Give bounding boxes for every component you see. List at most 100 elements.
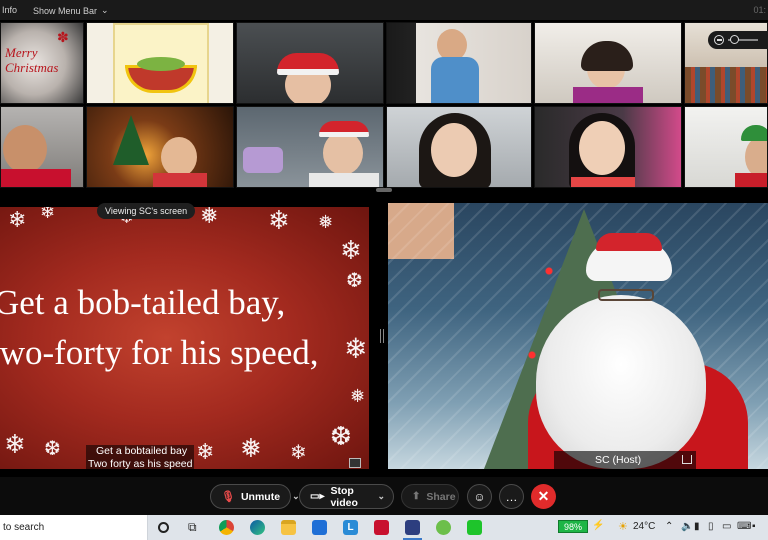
participant-tile[interactable]: [534, 22, 682, 104]
christmas-tree-icon: [113, 115, 149, 165]
participant-face: [579, 121, 625, 175]
closed-caption: Get a bobtailed bay Two forty as his spe…: [86, 445, 195, 471]
more-button[interactable]: …: [499, 484, 524, 509]
reindeer-icon: ✽: [57, 29, 69, 45]
gallery-zoom-control[interactable]: [708, 31, 768, 49]
snowflake-icon: ❄: [268, 207, 290, 235]
wechat-icon[interactable]: [436, 520, 451, 535]
lyric-line-1: Get a bob-tailed bay,: [0, 283, 286, 322]
more-icon: …: [505, 489, 518, 504]
battery-indicator[interactable]: 98%: [558, 520, 588, 533]
snowflake-icon: ❄: [8, 207, 27, 232]
participant-tile[interactable]: [236, 22, 384, 104]
participant-body: [573, 87, 643, 103]
participant-tile[interactable]: [86, 22, 234, 104]
participant-body: [1, 169, 71, 187]
snowflake-icon: ❅: [350, 386, 366, 406]
participant-body: [153, 173, 207, 187]
share-screen-icon: ⬆: [412, 491, 421, 502]
zoom-app-icon[interactable]: [403, 520, 422, 540]
caption-line-1: Get a bobtailed bay: [96, 445, 188, 457]
video-camera-icon: ▭▸: [310, 491, 325, 502]
microphone-icon[interactable]: ▮: [694, 521, 700, 532]
participant-body: [309, 173, 379, 187]
volume-icon[interactable]: 🔈: [681, 521, 693, 532]
microphone-muted-icon: 🎙: [221, 491, 235, 503]
temperature-label[interactable]: 24°C: [633, 521, 655, 532]
chevron-down-icon[interactable]: ⌄: [377, 491, 385, 502]
participant-face: [323, 131, 363, 175]
participant-gallery: Merry Christmas ✽: [0, 20, 768, 190]
participant-body: [571, 177, 635, 187]
chrome-icon[interactable]: [219, 520, 234, 535]
keyboard-icon[interactable]: ⌨: [737, 521, 751, 532]
participant-tile[interactable]: [236, 106, 384, 188]
weather-icon[interactable]: ☀: [618, 520, 628, 533]
share-screen-button[interactable]: ⬆ Share: [401, 484, 459, 509]
split-view-resize-handle[interactable]: [380, 329, 384, 343]
participant-tile[interactable]: [0, 106, 84, 188]
stop-video-button[interactable]: ▭▸ Stop video ⌄: [299, 484, 394, 509]
merry-christmas-text: Merry Christmas: [5, 45, 59, 75]
mcafee-icon[interactable]: [374, 520, 389, 535]
battery-charging-icon: ⚡: [592, 520, 605, 531]
hair: [581, 41, 633, 71]
participant-tile[interactable]: [534, 106, 682, 188]
zoom-slider-knob[interactable]: [730, 35, 739, 44]
host-name-tag: SC (Host): [554, 451, 696, 469]
mail-icon[interactable]: [312, 520, 327, 535]
shared-screen-options-icon[interactable]: [349, 458, 361, 468]
launcher-l-icon[interactable]: L: [343, 520, 358, 535]
line-icon[interactable]: [467, 520, 482, 535]
battery-icon[interactable]: ▭: [722, 521, 731, 532]
santa-beard: [536, 295, 706, 469]
participant-tile[interactable]: [386, 22, 532, 104]
santa-hat-band: [596, 233, 662, 251]
file-explorer-icon[interactable]: [281, 520, 296, 535]
snowflake-icon: ❆: [330, 421, 352, 451]
participant-face: [745, 137, 767, 177]
snowflake-icon: ❄: [4, 429, 26, 459]
language-icon[interactable]: ▪: [752, 521, 756, 532]
show-menu-bar-button[interactable]: Show Menu Bar ⌄: [33, 5, 109, 16]
network-icon[interactable]: ▯: [708, 521, 714, 532]
participant-face: [161, 137, 197, 177]
lyric-line-2: two-forty for his speed,: [0, 333, 319, 372]
stop-video-label: Stop video: [330, 484, 358, 509]
viewing-screen-label[interactable]: Viewing SC's screen: [97, 203, 196, 219]
elf-hat-icon: [741, 125, 767, 141]
edge-icon[interactable]: [250, 520, 265, 535]
info-button[interactable]: Info: [2, 5, 17, 15]
santa-hat-icon: [319, 121, 369, 137]
show-menu-bar-label: Show Menu Bar: [33, 5, 98, 16]
snowflake-icon: ❆: [44, 438, 61, 460]
leave-meeting-button[interactable]: ✕: [531, 484, 556, 509]
participant-body: [735, 173, 767, 187]
host-video: [388, 203, 768, 469]
chevron-up-icon[interactable]: ⌃: [665, 521, 673, 532]
participant-tile[interactable]: [386, 106, 532, 188]
cortana-icon[interactable]: [158, 522, 169, 533]
task-view-icon[interactable]: ⧉: [188, 520, 197, 535]
participant-tile[interactable]: Merry Christmas ✽: [0, 22, 84, 104]
caption-line-2: Two forty as his speed: [88, 458, 193, 470]
snowflake-icon: ❅: [200, 207, 219, 228]
close-icon: ✕: [537, 488, 550, 504]
unmute-button[interactable]: 🎙 Unmute ⌄: [210, 484, 300, 509]
participant-tile[interactable]: [684, 106, 768, 188]
snowflake-icon: ❄: [290, 442, 307, 464]
taskbar-search-input[interactable]: to search: [0, 515, 148, 540]
share-icon[interactable]: [682, 455, 692, 464]
reactions-button[interactable]: ☺: [467, 484, 492, 509]
zoom-slider[interactable]: [728, 35, 758, 44]
share-label: Share: [426, 490, 456, 503]
smiley-icon: ☺: [473, 489, 486, 504]
unmute-label: Unmute: [240, 490, 281, 503]
chevron-down-icon: ⌄: [101, 5, 109, 15]
snowflake-icon: ❄: [340, 235, 362, 265]
bookshelf: [685, 67, 767, 103]
snowflake-icon: ❄: [344, 333, 368, 364]
snowflake-icon: ❅: [318, 212, 334, 232]
participant-tile[interactable]: [86, 106, 234, 188]
gallery-resize-handle[interactable]: [376, 188, 392, 192]
